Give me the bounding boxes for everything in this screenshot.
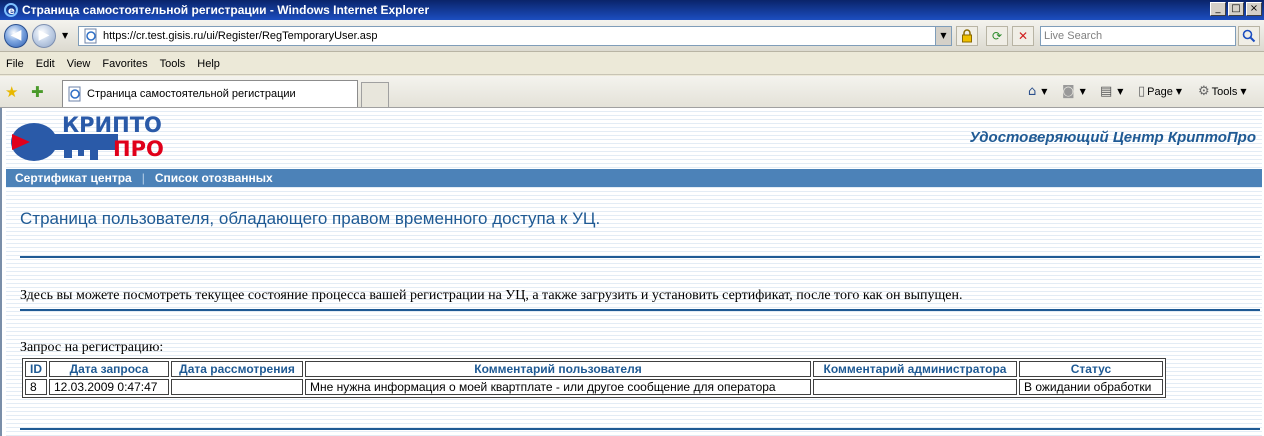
svg-text:e: e [8,6,15,17]
nav-revoked-list[interactable]: Список отозванных [155,171,273,185]
chevron-down-icon: ▼ [1117,87,1124,96]
menu-help[interactable]: Help [197,58,220,70]
search-icon [1242,29,1256,43]
table-header-row: ID Дата запроса Дата рассмотрения Коммен… [25,361,1163,377]
back-button[interactable]: ◀ [4,24,28,48]
menu-tools[interactable]: Tools [160,58,186,70]
ie-logo-icon: e [4,3,18,17]
tab-active[interactable]: Страница самостоятельной регистрации [62,80,358,107]
menu-favorites[interactable]: Favorites [102,58,147,70]
cell-user-comment: Мне нужна информация о моей квартплате -… [305,379,811,395]
print-icon: ▤ [1100,84,1113,99]
stop-icon: ✕ [1017,29,1029,43]
tools-menu-button[interactable]: ⚙ Tools ▼ [1198,84,1247,99]
menu-file[interactable]: File [6,58,24,70]
divider [20,428,1260,430]
favorites-star-icon[interactable]: ★ [5,83,18,101]
refresh-icon: ⟳ [991,29,1003,43]
tab-label: Страница самостоятельной регистрации [87,88,296,100]
nav-center-certificate[interactable]: Сертификат центра [15,171,132,185]
chevron-down-icon: ▼ [1175,87,1183,96]
address-toolbar: ◀ ▶ ▼ https://cr.test.gisis.ru/ui/Regist… [0,20,1264,52]
col-review-date-header[interactable]: Дата рассмотрения [171,361,303,377]
cell-request-date: 12.03.2009 0:47:47 [49,379,169,395]
maximize-button[interactable]: □ [1228,2,1244,16]
stop-button[interactable]: ✕ [1012,26,1034,46]
home-icon: ⌂ [1028,84,1037,99]
page-icon: ▯ [1138,84,1146,99]
address-field[interactable]: https://cr.test.gisis.ru/ui/Register/Reg… [78,26,952,46]
page-icon [68,86,81,102]
divider [20,309,1260,311]
table-row: 8 12.03.2009 0:47:47 Мне нужна информаци… [25,379,1163,395]
window-title: Страница самостоятельной регистрации - W… [22,3,430,17]
col-admin-comment-header[interactable]: Комментарий администратора [813,361,1017,377]
col-user-comment-header[interactable]: Комментарий пользователя [305,361,811,377]
search-button[interactable] [1238,26,1260,46]
page-menu-button[interactable]: ▯ Page ▼ [1138,84,1182,99]
refresh-button[interactable]: ⟳ [986,26,1008,46]
page-heading: Страница пользователя, обладающего право… [20,209,601,228]
feeds-button[interactable]: ◙ ▼ [1062,84,1086,99]
site-nav: Сертификат центра | Список отозванных [6,169,1262,187]
home-button[interactable]: ⌂ ▼ [1028,84,1047,99]
cell-review-date [171,379,303,395]
feeds-icon: ◙ [1062,84,1075,99]
page-icon [84,28,97,44]
logo-text-top: КРИПТО [62,113,162,137]
cell-id: 8 [25,379,47,395]
page-menu-label: Page [1147,85,1173,98]
logo-text-bottom: ПРО [113,137,164,161]
col-status-header[interactable]: Статус [1019,361,1163,377]
menu-edit[interactable]: Edit [36,58,55,70]
table-caption: Запрос на регистрацию: [20,340,164,355]
nav-separator: | [141,171,145,185]
window-titlebar: e Страница самостоятельной регистрации -… [0,0,1264,20]
add-favorite-icon[interactable]: ✚ [31,83,44,101]
history-dropdown-icon[interactable]: ▼ [62,31,70,40]
chevron-down-icon: ▼ [1079,87,1086,96]
new-tab-button[interactable] [361,82,389,107]
divider [20,256,1260,258]
close-button[interactable]: × [1246,2,1262,16]
cell-admin-comment [813,379,1017,395]
web-page: КРИПТО ПРО Удостоверяющий Центр КриптоПр… [6,108,1262,436]
chevron-down-icon: ▼ [1041,87,1048,96]
forward-button[interactable]: ▶ [32,24,56,48]
back-arrow-icon: ◀ [10,27,22,43]
lock-button[interactable] [956,26,978,46]
address-dropdown-icon[interactable]: ▼ [935,27,951,45]
menu-bar: File Edit View Favorites Tools Help [0,53,1264,75]
search-input[interactable]: Live Search [1040,26,1236,46]
browser-viewport: КРИПТО ПРО Удостоверяющий Центр КриптоПр… [0,108,1264,436]
menu-view[interactable]: View [67,58,91,70]
request-table: ID Дата запроса Дата рассмотрения Коммен… [22,358,1166,398]
print-button[interactable]: ▤ ▼ [1100,84,1123,99]
tools-menu-label: Tools [1211,85,1238,98]
minimize-button[interactable]: _ [1210,2,1226,16]
cell-status: В ожидании обработки [1019,379,1163,395]
forward-arrow-icon: ▶ [38,27,50,43]
tab-bar: ★ ✚ Страница самостоятельной регистрации… [0,76,1264,108]
chevron-down-icon: ▼ [1240,87,1247,96]
url-text[interactable]: https://cr.test.gisis.ru/ui/Register/Reg… [103,30,378,42]
cryptopro-logo[interactable]: КРИПТО ПРО [8,110,188,168]
page-description: Здесь вы можете посмотреть текущее состо… [20,288,963,303]
gear-icon: ⚙ [1198,84,1210,99]
col-request-date-header[interactable]: Дата запроса [49,361,169,377]
center-title[interactable]: Удостоверяющий Центр КриптоПро [969,129,1256,146]
col-id-header[interactable]: ID [25,361,47,377]
lock-icon [962,29,972,43]
